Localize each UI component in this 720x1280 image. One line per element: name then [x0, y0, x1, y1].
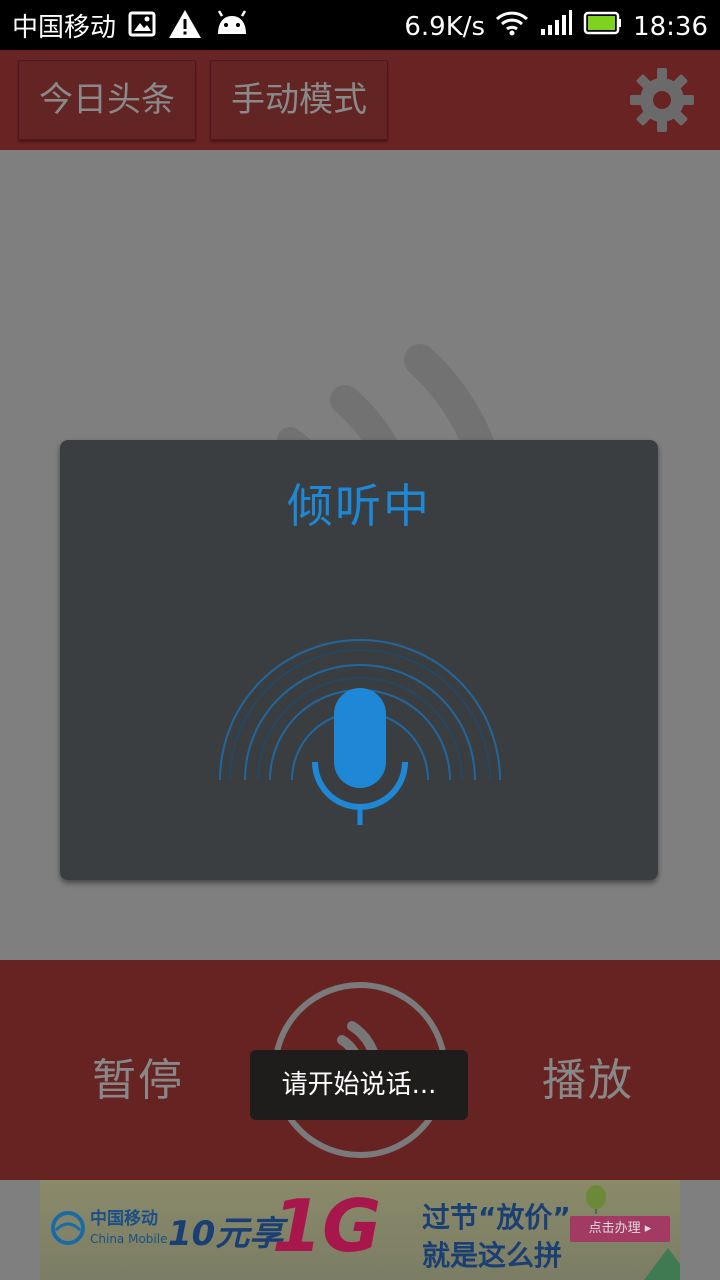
- status-right: 6.9K/s 18:36: [404, 9, 708, 44]
- ad-banner[interactable]: 中国移动 China Mobile 10元享 1G 过节“放价” 就是这么拼 点…: [40, 1180, 680, 1280]
- network-speed: 6.9K/s: [404, 11, 486, 42]
- dialog-title: 倾听中: [287, 479, 431, 533]
- clock: 18:36: [633, 11, 708, 42]
- decor-triangle-icon: [644, 1248, 680, 1280]
- signal-icon: [539, 9, 573, 44]
- ad-brand: 中国移动: [90, 1209, 158, 1229]
- battery-icon: [583, 10, 623, 43]
- tab-today-headlines[interactable]: 今日头条: [18, 60, 196, 140]
- app-bar: 今日头条 手动模式: [0, 50, 720, 150]
- balloon-icon: [586, 1185, 606, 1214]
- screen: 中国移动 6.9K/s 18:36 今日头条 手动模式 倾听中 暂停 播放 请开…: [0, 0, 720, 1280]
- carrier-label: 中国移动: [12, 12, 117, 43]
- ad-offer: 10元享: [168, 1214, 284, 1254]
- china-mobile-logo-icon: [51, 1211, 85, 1245]
- pause-button[interactable]: 暂停: [92, 1044, 184, 1108]
- microphone-icon[interactable]: [60, 550, 658, 880]
- ad-brand-en: China Mobile: [90, 1232, 168, 1246]
- ad-line-1: 过节“放价”: [422, 1201, 571, 1234]
- android-icon: [214, 10, 250, 45]
- ad-line-2: 就是这么拼: [422, 1239, 563, 1272]
- ad-strip: 中国移动 China Mobile 10元享 1G 过节“放价” 就是这么拼 点…: [0, 1180, 720, 1280]
- warning-icon: [168, 9, 202, 46]
- settings-button[interactable]: [626, 64, 698, 136]
- ad-cta-button[interactable]: 点击办理 ▸: [570, 1216, 670, 1242]
- toast-message: 请开始说话...: [250, 1050, 468, 1120]
- ad-headline: 1G: [272, 1184, 382, 1268]
- gear-icon: [630, 68, 694, 132]
- image-icon: [128, 10, 156, 45]
- play-button[interactable]: 播放: [542, 1044, 634, 1108]
- wifi-icon: [495, 9, 529, 44]
- status-bar: 中国移动 6.9K/s 18:36: [0, 0, 720, 50]
- status-left: 中国移动: [12, 9, 250, 46]
- tab-manual-mode[interactable]: 手动模式: [210, 60, 388, 140]
- listening-dialog: 倾听中: [60, 440, 658, 880]
